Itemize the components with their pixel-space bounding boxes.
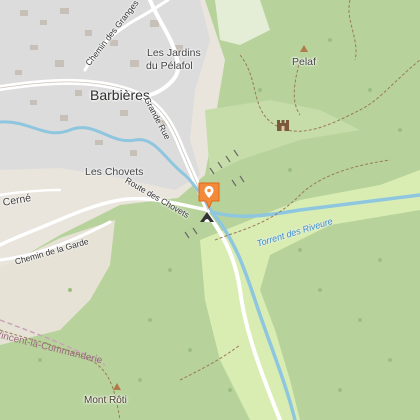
peak-icon xyxy=(300,45,308,52)
map-view[interactable]: Barbières Les Jardins du Pélafol Les Cho… xyxy=(0,0,420,420)
peak-icon xyxy=(113,383,121,390)
place-label-jardins-2: du Pélafol xyxy=(146,60,193,72)
place-label-jardins-1: Les Jardins xyxy=(147,47,201,59)
place-label-chovets: Les Chovets xyxy=(85,166,144,178)
location-pin-icon[interactable] xyxy=(197,181,221,209)
place-label-mont-roti: Mont Rôti xyxy=(84,395,127,406)
cave-icon xyxy=(200,212,214,222)
place-label-pelaf: Pelaf xyxy=(292,56,316,68)
castle-ruin-icon xyxy=(277,120,289,131)
